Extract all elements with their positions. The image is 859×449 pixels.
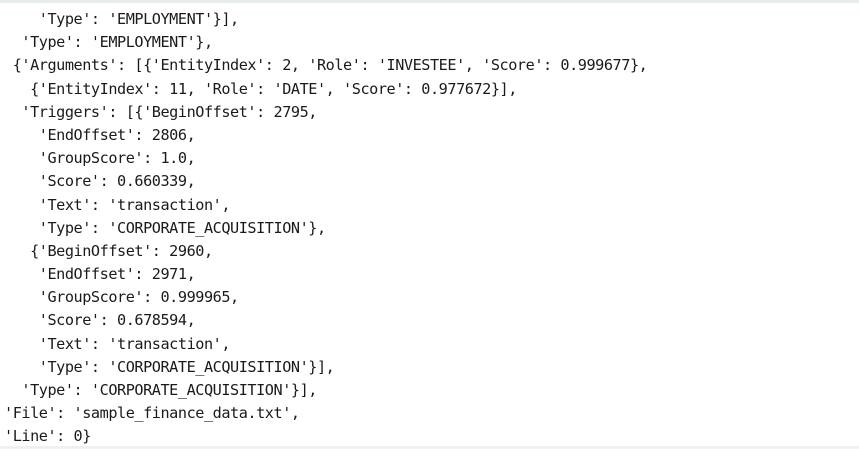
output-line: 'File': 'sample_finance_data.txt',: [4, 404, 300, 423]
output-line: 'GroupScore': 0.999965,: [4, 288, 239, 307]
output-line: {'BeginOffset': 2960,: [4, 241, 213, 260]
output-line: 'Type': 'EMPLOYMENT'},: [4, 33, 213, 52]
output-line: 'GroupScore': 1.0,: [4, 149, 196, 168]
output-line: {'EntityIndex': 11, 'Role': 'DATE', 'Sco…: [4, 79, 517, 98]
output-line: 'Text': 'transaction',: [4, 334, 231, 353]
output-line: 'Type': 'CORPORATE_ACQUISITION'},: [4, 218, 326, 237]
output-line: 'Type': 'EMPLOYMENT'}],: [4, 10, 239, 28]
output-line: 'Triggers': [{'BeginOffset': 2795,: [4, 102, 317, 121]
output-line: 'Type': 'CORPORATE_ACQUISITION'}],: [4, 357, 335, 376]
output-line: 'Text': 'transaction',: [4, 195, 231, 214]
output-line: 'EndOffset': 2806,: [4, 125, 196, 144]
cell-output-panel: 'Type': 'EMPLOYMENT'}], 'Type': 'EMPLOYM…: [0, 0, 859, 448]
output-line: 'Score': 0.660339,: [4, 172, 196, 191]
output-line: 'EndOffset': 2971,: [4, 265, 196, 284]
output-line: {'Arguments': [{'EntityIndex': 2, 'Role'…: [4, 56, 648, 75]
output-line: 'Type': 'CORPORATE_ACQUISITION'}],: [4, 381, 317, 399]
json-output-text: 'Type': 'EMPLOYMENT'}], 'Type': 'EMPLOYM…: [4, 8, 648, 449]
output-line: 'Score': 0.678594,: [4, 311, 196, 330]
